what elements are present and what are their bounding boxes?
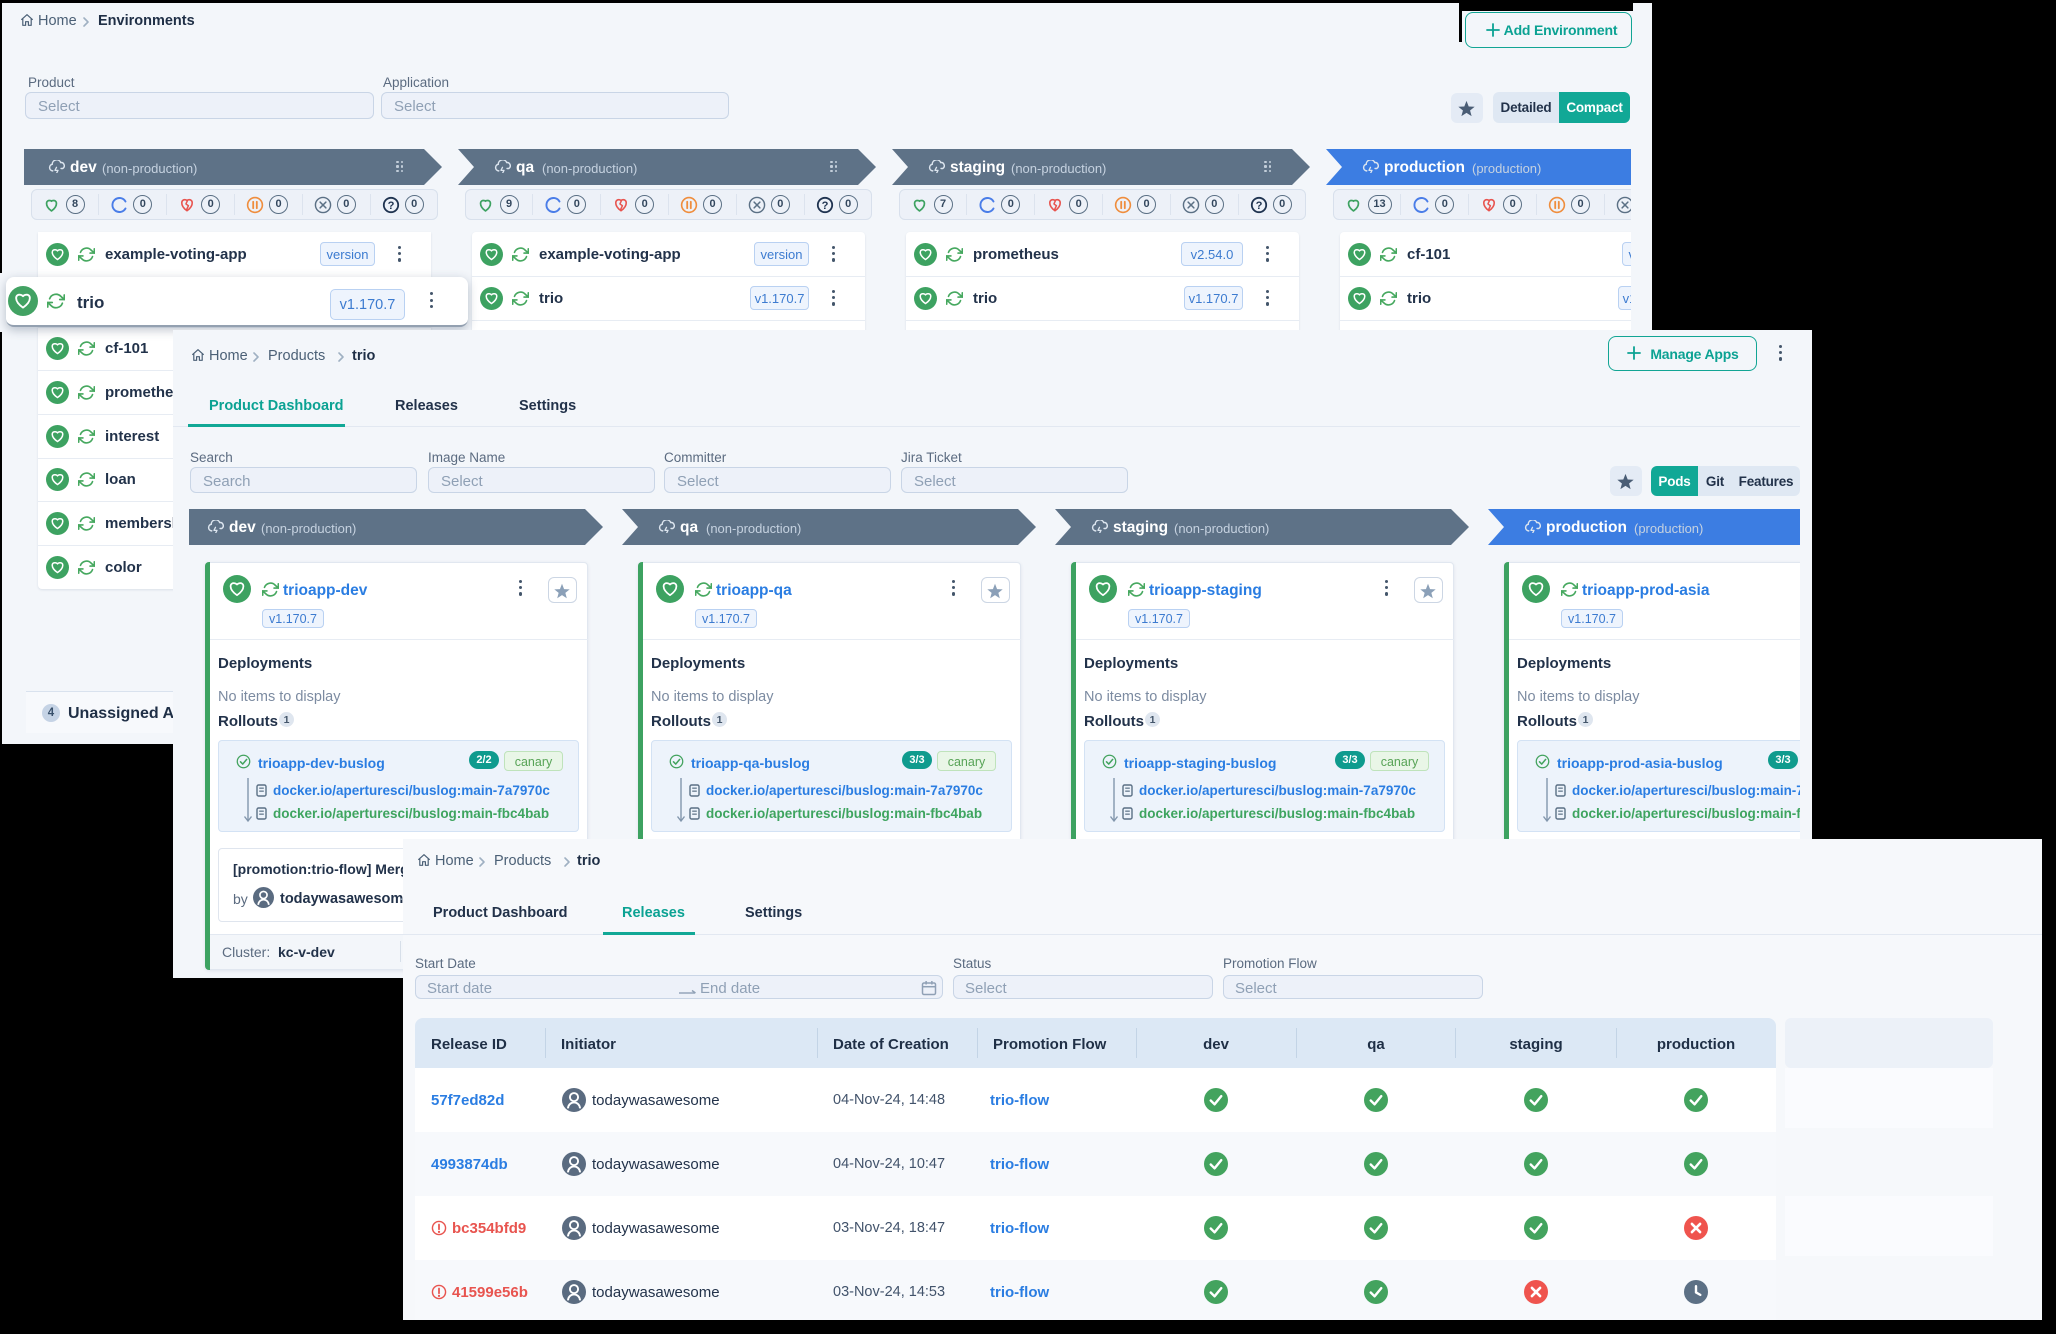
svg-text:?: ? [387, 200, 394, 212]
svg-text:?: ? [1255, 200, 1262, 212]
svg-text:?: ? [821, 200, 828, 212]
